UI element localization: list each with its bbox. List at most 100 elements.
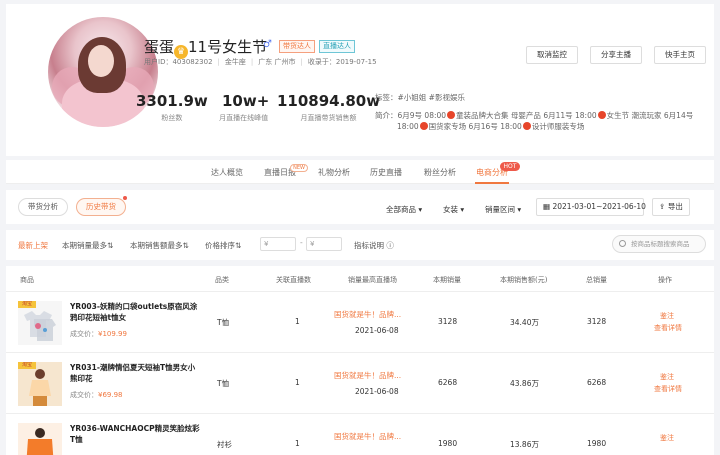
product-thumbnail[interactable]: 淘宝 [18, 301, 62, 345]
intro-text: 女生节 潮流玩家 6月14号 [606, 111, 694, 120]
th-lives: 关联直播数 [276, 276, 311, 284]
follow-link[interactable]: 鉴注 [660, 372, 674, 382]
sort-icon: ⇅ [235, 241, 242, 250]
table-row[interactable]: 淘宝 YR003-妖精的口袋outlets原宿风涂鸦印花短袖t恤女 成交价：¥1… [6, 293, 714, 353]
category-cell: 衬衫 [217, 440, 232, 449]
sort-sales[interactable]: 本期销量最多⇅ [62, 240, 113, 251]
clock-icon [522, 122, 531, 130]
male-icon: ♂ [263, 39, 272, 50]
sales-range-dropdown[interactable]: 销量区间 ▾ [485, 204, 521, 215]
tab-history-live[interactable]: 历史直播 [370, 167, 402, 178]
all-goods-dropdown[interactable]: 全部商品 ▾ [386, 204, 422, 215]
label-tags: 标签：#小姐姐 #影视娱乐 [375, 93, 465, 102]
th-action: 操作 [658, 276, 672, 284]
product-title[interactable]: YR036-WANCHAOCP精灵笑脸炫彩T恤 [70, 423, 200, 445]
top-live-date: 2021-06-08 [355, 387, 399, 396]
unmonitor-button[interactable]: 取消监控 [526, 46, 578, 64]
sort-revenue[interactable]: 本期销售额最多⇅ [130, 240, 189, 251]
intro-text: 18:00 [397, 122, 419, 131]
product-title[interactable]: YR031-潮牌情侣夏天短袖T恤男女小熊印花 [70, 362, 200, 384]
help-label: 指标说明 [354, 241, 384, 250]
intro-text: 童装品牌大合集 母婴产品 6月11号 18:00 [456, 111, 597, 120]
price-label: 成交价： [70, 391, 98, 399]
top-live-title[interactable]: 国货就是牛！品牌... [334, 370, 401, 381]
product-thumbnail[interactable]: 淘宝 [18, 362, 62, 406]
zodiac: 金牛座 [224, 58, 246, 66]
intro-text: 设计师服装专场 [531, 122, 585, 131]
calendar-icon: ▦ [543, 202, 551, 211]
sales-analysis-button[interactable]: 带货分析 [18, 198, 68, 216]
avatar-decoration [88, 45, 114, 77]
product-price: 成交价：¥69.98 [70, 390, 123, 400]
sort-label: 价格排序 [205, 241, 235, 250]
clock-icon [419, 122, 428, 130]
product-title[interactable]: YR003-妖精的口袋outlets原宿风涂鸦印花短袖t恤女 [70, 301, 200, 323]
product-thumbnail[interactable] [18, 423, 62, 455]
stat-label: 粉丝数 [161, 114, 183, 122]
table-row[interactable]: 淘宝 YR031-潮牌情侣夏天短袖T恤男女小熊印花 成交价：¥69.98 T恤 … [6, 354, 714, 414]
dropdown-label: 女装 [443, 205, 458, 214]
intro-text: 6月9号 08:00 [397, 111, 447, 120]
sort-price[interactable]: 价格排序⇅ [205, 240, 241, 251]
new-badge: NEW [290, 164, 308, 172]
sales-cell: 3128 [438, 317, 458, 326]
intro-label: 简介： [375, 111, 398, 120]
price-label: 成交价： [70, 330, 98, 338]
chevron-down-icon: ▾ [517, 205, 522, 214]
metric-help[interactable]: 指标说明 ⓘ [354, 240, 394, 251]
stat-label: 月直播在线峰值 [219, 114, 269, 122]
name-suffix: 11号女生节 [188, 38, 268, 56]
total-cell: 1980 [587, 439, 607, 448]
details-link[interactable]: 查看详情 [654, 323, 682, 333]
clock-icon [447, 111, 456, 119]
sort-newest[interactable]: 最新上架 [18, 240, 48, 251]
category-cell: T恤 [217, 318, 230, 327]
history-sales-button[interactable]: 历史带货 [76, 198, 126, 216]
range-separator: - [300, 238, 303, 247]
th-top-live: 销量最高直播场 [348, 276, 397, 284]
details-link[interactable]: 查看详情 [654, 384, 682, 394]
export-label: 导出 [667, 202, 683, 211]
follow-link[interactable]: 鉴注 [660, 311, 674, 321]
total-cell: 6268 [587, 378, 607, 387]
price-value: ¥69.98 [98, 391, 123, 399]
price-value: ¥109.99 [98, 330, 127, 338]
price-min-input[interactable]: ¥ [260, 237, 296, 251]
top-live-title[interactable]: 国货就是牛！品牌... [334, 431, 401, 442]
model-image [18, 423, 62, 455]
search-icon [619, 240, 626, 247]
revenue-cell: 43.86万 [510, 379, 539, 388]
tag-live: 直播达人 [319, 40, 355, 53]
table-row[interactable]: YR036-WANCHAOCP精灵笑脸炫彩T恤 衬衫 1 国货就是牛！品牌...… [6, 415, 714, 455]
sort-label: 本期销售额最多 [130, 241, 183, 250]
dropdown-label: 销量区间 [485, 205, 515, 214]
question-icon: ⓘ [386, 241, 394, 250]
export-button[interactable]: ⇪ 导出 [652, 198, 690, 216]
stat-value: 3301.9w [136, 92, 208, 110]
intro-line-1: 简介：6月9号 08:00 童装品牌大合集 母婴产品 6月11号 18:00 女生节… [375, 110, 711, 121]
sort-icon: ⇅ [182, 241, 189, 250]
stat-value: 110894.80w [277, 92, 381, 110]
th-sales: 本期销量 [433, 276, 461, 284]
tag-seller: 带货达人 [279, 40, 315, 53]
search-input[interactable]: 按商品标题搜索商品 [612, 235, 706, 253]
tab-overview[interactable]: 达人概览 [211, 167, 243, 178]
date-range-value: 2021-03-01~2021-06-10 [552, 202, 646, 211]
top-live-date: 2021-06-08 [355, 326, 399, 335]
tab-gifts[interactable]: 礼物分析 [318, 167, 350, 178]
stat-fans: 3301.9w 粉丝数 [136, 92, 208, 123]
date-range-picker[interactable]: ▦ 2021-03-01~2021-06-10 [536, 198, 646, 216]
intro-text: 国货家专场 6月16号 18:00 [428, 122, 522, 131]
sales-cell: 1980 [438, 439, 458, 448]
price-max-input[interactable]: ¥ [306, 237, 342, 251]
revenue-cell: 34.40万 [510, 318, 539, 327]
kuaishou-homepage-button[interactable]: 快手主页 [654, 46, 706, 64]
share-button[interactable]: 分享主播 [590, 46, 642, 64]
category-dropdown[interactable]: 女装 ▾ [443, 204, 464, 215]
taobao-badge: 淘宝 [18, 301, 36, 308]
tab-fans[interactable]: 粉丝分析 [424, 167, 456, 178]
top-live-title[interactable]: 国货就是牛！品牌... [334, 309, 401, 320]
th-category: 品类 [215, 276, 229, 284]
taobao-badge: 淘宝 [18, 362, 36, 369]
follow-link[interactable]: 鉴注 [660, 433, 674, 443]
